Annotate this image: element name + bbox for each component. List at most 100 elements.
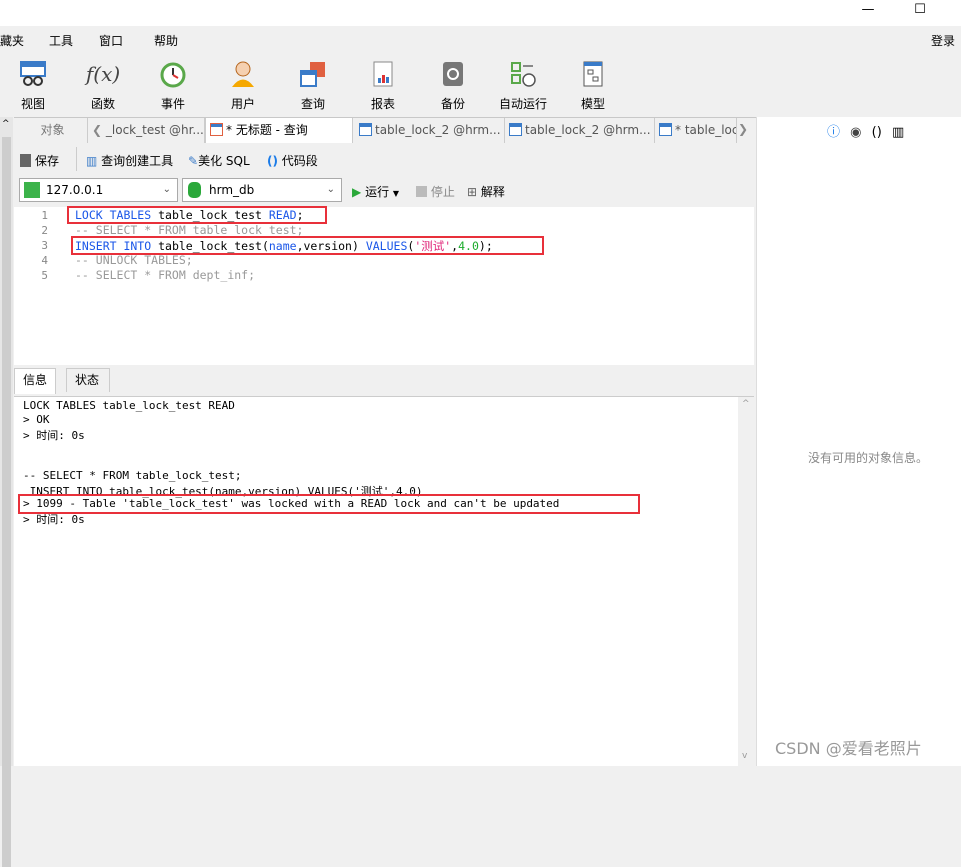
database-select[interactable]: hrm_db ⌄ bbox=[182, 178, 342, 202]
code-token: -- UNLOCK TABLES; bbox=[75, 253, 193, 267]
menu-tools[interactable]: 工具 bbox=[49, 32, 73, 49]
table-edit-icon bbox=[659, 123, 672, 136]
beautify-sql-button[interactable]: ✎美化 SQL bbox=[188, 152, 250, 169]
query-icon bbox=[297, 58, 329, 90]
scroll-down-icon[interactable]: v bbox=[742, 751, 747, 761]
query-builder-button[interactable]: ▥ 查询创建工具 bbox=[86, 152, 173, 169]
grid-icon[interactable]: ▥ bbox=[892, 125, 904, 140]
chevron-right-icon[interactable]: ❯ bbox=[738, 122, 748, 136]
toolbar-backup[interactable]: 备份 bbox=[423, 58, 483, 112]
watermark: CSDN @爱看老照片 bbox=[775, 739, 922, 758]
explain-icon: ⊞ bbox=[467, 185, 478, 199]
maximize-button[interactable]: ☐ bbox=[910, 2, 930, 20]
code-line: -- UNLOCK TABLES; bbox=[75, 253, 193, 267]
tab-lock-test[interactable]: ❮ _lock_test @hr... bbox=[88, 118, 205, 143]
scrollbar-thumb[interactable] bbox=[2, 137, 11, 867]
toolbar-event[interactable]: 事件 bbox=[143, 58, 203, 112]
output-line: LOCK TABLES table_lock_test READ bbox=[23, 399, 235, 412]
auto-run-icon bbox=[507, 58, 539, 90]
toolbar-function[interactable]: f(x) 函数 bbox=[73, 58, 133, 112]
left-scrollbar[interactable]: ^ bbox=[0, 117, 13, 867]
line-number: 4 bbox=[41, 254, 48, 267]
beautify-icon: ✎ bbox=[188, 154, 199, 168]
query-tab-icon bbox=[210, 123, 223, 136]
save-button[interactable]: 保存 bbox=[20, 152, 59, 169]
chevron-down-icon: ⌄ bbox=[162, 184, 171, 195]
line-number: 5 bbox=[41, 269, 48, 282]
parentheses-icon: () bbox=[267, 154, 278, 168]
query-toolbar: 保存 ▥ 查询创建工具 ✎美化 SQL () 代码段 bbox=[14, 143, 756, 175]
code-token: -- SELECT * FROM table_lock_test; bbox=[75, 223, 304, 237]
menu-bar: 藏夹 工具 窗口 帮助 登录 bbox=[0, 26, 961, 52]
user-icon bbox=[227, 58, 259, 90]
menu-window[interactable]: 窗口 bbox=[99, 32, 123, 49]
line-number: 1 bbox=[41, 209, 48, 222]
code-token: -- SELECT * FROM dept_inf; bbox=[75, 268, 256, 282]
event-clock-icon bbox=[157, 58, 189, 90]
view-icon bbox=[17, 58, 49, 90]
object-info-panel: ⓘ ◉ () ▥ 没有可用的对象信息。 CSDN @爱看老照片 bbox=[756, 117, 961, 766]
divider bbox=[76, 147, 77, 171]
tab-untitled-query[interactable]: * 无标题 - 查询 bbox=[205, 118, 353, 143]
tab-info[interactable]: 信息 bbox=[14, 368, 57, 394]
output-line: -- SELECT * FROM table_lock_test; bbox=[23, 469, 242, 482]
toolbar-report[interactable]: 报表 bbox=[353, 58, 413, 112]
output-line: > 时间: 0s bbox=[23, 429, 85, 442]
menu-help[interactable]: 帮助 bbox=[154, 32, 178, 49]
toolbar-view[interactable]: 视图 bbox=[3, 58, 63, 112]
toolbar-auto-run[interactable]: 自动运行 bbox=[493, 58, 553, 112]
table-icon bbox=[509, 123, 522, 136]
highlight-box-error bbox=[18, 494, 640, 514]
empty-object-info: 没有可用的对象信息。 bbox=[808, 451, 929, 465]
tab-table-lock[interactable]: * table_loc bbox=[655, 118, 737, 143]
highlight-box-lock bbox=[67, 206, 327, 224]
highlight-box-insert bbox=[71, 236, 544, 255]
tab-bar: 对象 ❮ _lock_test @hr... * 无标题 - 查询 table_… bbox=[14, 117, 756, 143]
tab-status[interactable]: 状态 bbox=[66, 368, 110, 392]
preview-eye-icon[interactable]: ◉ bbox=[850, 125, 861, 140]
tab-objects[interactable]: 对象 bbox=[14, 118, 88, 143]
model-icon bbox=[577, 58, 609, 90]
connection-select[interactable]: 127.0.0.1 ⌄ bbox=[19, 178, 178, 202]
result-tabs: 信息 状态 bbox=[14, 368, 754, 394]
toolbar-user[interactable]: 用户 bbox=[213, 58, 273, 112]
code-line: -- SELECT * FROM dept_inf; bbox=[75, 268, 255, 282]
info-icon[interactable]: ⓘ bbox=[827, 125, 840, 140]
code-snippet-button[interactable]: () 代码段 bbox=[267, 152, 318, 169]
backup-icon bbox=[437, 58, 469, 90]
sql-editor[interactable]: 12345 LOCK TABLES table_lock_test READ; -… bbox=[14, 206, 754, 365]
output-line: > OK bbox=[23, 413, 50, 426]
function-icon: f(x) bbox=[85, 62, 121, 86]
dropdown-arrow-icon[interactable]: ▼ bbox=[393, 189, 399, 198]
main-toolbar: 视图 f(x) 函数 事件 用户 查询 报表 备份 自动运行 模型 bbox=[0, 52, 961, 116]
line-number: 2 bbox=[41, 224, 48, 237]
chevron-down-icon: ⌄ bbox=[326, 184, 335, 195]
tab-table-lock-2-b[interactable]: table_lock_2 @hrm... bbox=[505, 118, 655, 143]
table-edit-icon bbox=[359, 123, 372, 136]
menu-favorites[interactable]: 藏夹 bbox=[0, 32, 24, 49]
parentheses-icon[interactable]: () bbox=[872, 125, 882, 140]
login-button[interactable]: 登录 bbox=[931, 32, 955, 49]
play-icon: ▶ bbox=[352, 185, 362, 199]
toolbar-model[interactable]: 模型 bbox=[563, 58, 623, 112]
title-bar: — ☐ bbox=[0, 0, 961, 26]
line-number: 3 bbox=[41, 239, 48, 252]
run-button[interactable]: ▶ 运行 ▼ bbox=[352, 183, 399, 200]
stop-icon bbox=[416, 186, 427, 197]
stop-button[interactable]: 停止 bbox=[416, 183, 455, 200]
explain-button[interactable]: ⊞ 解释 bbox=[467, 183, 505, 200]
mysql-icon bbox=[24, 182, 40, 198]
minimize-button[interactable]: — bbox=[858, 2, 878, 20]
output-scrollbar[interactable]: ^ v bbox=[738, 397, 754, 767]
scroll-up-icon[interactable]: ^ bbox=[742, 399, 750, 409]
report-icon bbox=[367, 58, 399, 90]
scroll-up-icon[interactable]: ^ bbox=[2, 119, 10, 129]
tab-table-lock-2-a[interactable]: table_lock_2 @hrm... bbox=[355, 118, 505, 143]
message-output: LOCK TABLES table_lock_test READ > OK > 时间… bbox=[14, 396, 754, 767]
chevron-left-icon[interactable]: ❮ bbox=[92, 123, 102, 137]
line-number-gutter: 1 2 3 4 5 bbox=[14, 207, 50, 365]
toolbar-query[interactable]: 查询 bbox=[283, 58, 343, 112]
save-icon bbox=[20, 154, 31, 167]
code-line: -- SELECT * FROM table_lock_test; bbox=[75, 223, 303, 237]
query-builder-icon: ▥ bbox=[86, 154, 98, 168]
